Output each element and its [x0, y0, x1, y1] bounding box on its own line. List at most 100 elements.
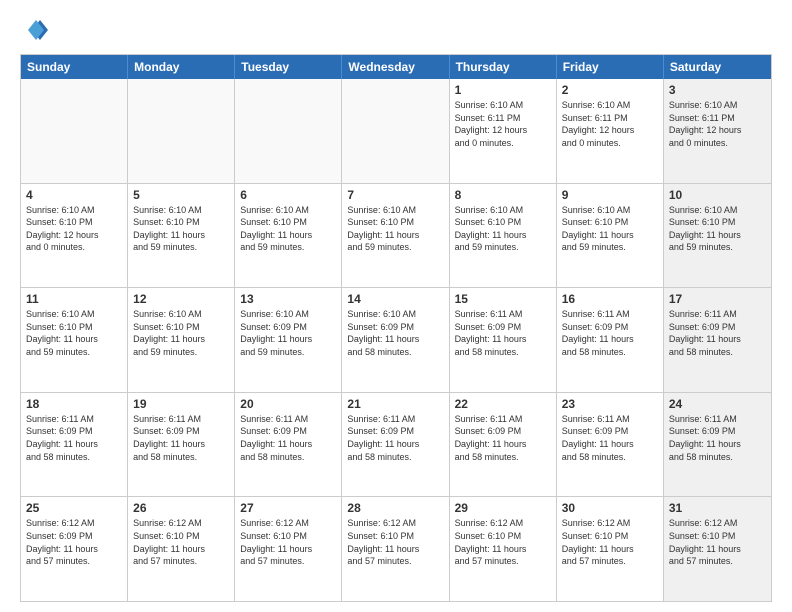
day-cell-17: 17 Sunrise: 6:11 AM Sunset: 6:09 PM Dayli…: [664, 288, 771, 392]
day-number: 18: [26, 397, 122, 411]
weekday-header-wednesday: Wednesday: [342, 55, 449, 79]
day-cell-13: 13 Sunrise: 6:10 AM Sunset: 6:09 PM Dayli…: [235, 288, 342, 392]
day-cell-16: 16 Sunrise: 6:11 AM Sunset: 6:09 PM Dayli…: [557, 288, 664, 392]
day-info: Sunrise: 6:10 AM Sunset: 6:10 PM Dayligh…: [240, 204, 336, 254]
day-cell-1: 1 Sunrise: 6:10 AM Sunset: 6:11 PM Daylig…: [450, 79, 557, 183]
day-number: 10: [669, 188, 766, 202]
day-number: 4: [26, 188, 122, 202]
day-cell-26: 26 Sunrise: 6:12 AM Sunset: 6:10 PM Dayli…: [128, 497, 235, 601]
day-info: Sunrise: 6:11 AM Sunset: 6:09 PM Dayligh…: [669, 308, 766, 358]
day-info: Sunrise: 6:10 AM Sunset: 6:11 PM Dayligh…: [669, 99, 766, 149]
empty-cell: [21, 79, 128, 183]
day-info: Sunrise: 6:12 AM Sunset: 6:10 PM Dayligh…: [455, 517, 551, 567]
day-number: 28: [347, 501, 443, 515]
day-info: Sunrise: 6:12 AM Sunset: 6:10 PM Dayligh…: [240, 517, 336, 567]
weekday-header-sunday: Sunday: [21, 55, 128, 79]
logo: [20, 16, 50, 44]
day-number: 13: [240, 292, 336, 306]
weekday-header-saturday: Saturday: [664, 55, 771, 79]
weekday-header-friday: Friday: [557, 55, 664, 79]
day-cell-14: 14 Sunrise: 6:10 AM Sunset: 6:09 PM Dayli…: [342, 288, 449, 392]
day-cell-11: 11 Sunrise: 6:10 AM Sunset: 6:10 PM Dayli…: [21, 288, 128, 392]
calendar-row-1: 1 Sunrise: 6:10 AM Sunset: 6:11 PM Daylig…: [21, 79, 771, 184]
day-number: 26: [133, 501, 229, 515]
day-info: Sunrise: 6:10 AM Sunset: 6:10 PM Dayligh…: [562, 204, 658, 254]
day-cell-27: 27 Sunrise: 6:12 AM Sunset: 6:10 PM Dayli…: [235, 497, 342, 601]
day-number: 27: [240, 501, 336, 515]
day-cell-30: 30Sunrise: 6:12 AM Sunset: 6:10 PM Dayli…: [557, 497, 664, 601]
calendar-row-5: 25Sunrise: 6:12 AM Sunset: 6:09 PM Dayli…: [21, 497, 771, 601]
day-info: Sunrise: 6:10 AM Sunset: 6:10 PM Dayligh…: [133, 308, 229, 358]
day-info: Sunrise: 6:12 AM Sunset: 6:10 PM Dayligh…: [347, 517, 443, 567]
day-cell-19: 19 Sunrise: 6:11 AM Sunset: 6:09 PM Dayli…: [128, 393, 235, 497]
day-info: Sunrise: 6:11 AM Sunset: 6:09 PM Dayligh…: [133, 413, 229, 463]
day-cell-7: 7Sunrise: 6:10 AM Sunset: 6:10 PM Daylig…: [342, 184, 449, 288]
day-info: Sunrise: 6:12 AM Sunset: 6:10 PM Dayligh…: [133, 517, 229, 567]
day-number: 17: [669, 292, 766, 306]
empty-cell: [128, 79, 235, 183]
day-number: 25: [26, 501, 122, 515]
day-cell-3: 3 Sunrise: 6:10 AM Sunset: 6:11 PM Daylig…: [664, 79, 771, 183]
day-number: 22: [455, 397, 551, 411]
day-cell-29: 29 Sunrise: 6:12 AM Sunset: 6:10 PM Dayli…: [450, 497, 557, 601]
day-number: 1: [455, 83, 551, 97]
calendar-row-2: 4 Sunrise: 6:10 AM Sunset: 6:10 PM Daylig…: [21, 184, 771, 289]
day-info: Sunrise: 6:10 AM Sunset: 6:10 PM Dayligh…: [347, 204, 443, 254]
day-number: 14: [347, 292, 443, 306]
day-cell-31: 31 Sunrise: 6:12 AM Sunset: 6:10 PM Dayli…: [664, 497, 771, 601]
day-number: 19: [133, 397, 229, 411]
day-info: Sunrise: 6:11 AM Sunset: 6:09 PM Dayligh…: [669, 413, 766, 463]
day-cell-18: 18Sunrise: 6:11 AM Sunset: 6:09 PM Dayli…: [21, 393, 128, 497]
day-info: Sunrise: 6:10 AM Sunset: 6:10 PM Dayligh…: [26, 204, 122, 254]
day-info: Sunrise: 6:11 AM Sunset: 6:09 PM Dayligh…: [455, 413, 551, 463]
logo-icon: [20, 16, 48, 44]
weekday-header-monday: Monday: [128, 55, 235, 79]
day-number: 29: [455, 501, 551, 515]
day-cell-9: 9 Sunrise: 6:10 AM Sunset: 6:10 PM Daylig…: [557, 184, 664, 288]
day-info: Sunrise: 6:10 AM Sunset: 6:10 PM Dayligh…: [26, 308, 122, 358]
day-info: Sunrise: 6:10 AM Sunset: 6:11 PM Dayligh…: [455, 99, 551, 149]
day-number: 24: [669, 397, 766, 411]
header: [20, 16, 772, 44]
weekday-header-thursday: Thursday: [450, 55, 557, 79]
day-cell-4: 4 Sunrise: 6:10 AM Sunset: 6:10 PM Daylig…: [21, 184, 128, 288]
day-number: 11: [26, 292, 122, 306]
day-number: 6: [240, 188, 336, 202]
day-number: 31: [669, 501, 766, 515]
day-info: Sunrise: 6:11 AM Sunset: 6:09 PM Dayligh…: [562, 308, 658, 358]
day-cell-23: 23Sunrise: 6:11 AM Sunset: 6:09 PM Dayli…: [557, 393, 664, 497]
page: SundayMondayTuesdayWednesdayThursdayFrid…: [0, 0, 792, 612]
day-cell-12: 12Sunrise: 6:10 AM Sunset: 6:10 PM Dayli…: [128, 288, 235, 392]
day-number: 3: [669, 83, 766, 97]
day-info: Sunrise: 6:10 AM Sunset: 6:10 PM Dayligh…: [455, 204, 551, 254]
day-info: Sunrise: 6:11 AM Sunset: 6:09 PM Dayligh…: [240, 413, 336, 463]
day-info: Sunrise: 6:10 AM Sunset: 6:10 PM Dayligh…: [133, 204, 229, 254]
day-cell-6: 6 Sunrise: 6:10 AM Sunset: 6:10 PM Daylig…: [235, 184, 342, 288]
day-info: Sunrise: 6:12 AM Sunset: 6:10 PM Dayligh…: [562, 517, 658, 567]
day-number: 21: [347, 397, 443, 411]
day-cell-25: 25Sunrise: 6:12 AM Sunset: 6:09 PM Dayli…: [21, 497, 128, 601]
day-cell-28: 28 Sunrise: 6:12 AM Sunset: 6:10 PM Dayli…: [342, 497, 449, 601]
day-cell-24: 24 Sunrise: 6:11 AM Sunset: 6:09 PM Dayli…: [664, 393, 771, 497]
day-number: 15: [455, 292, 551, 306]
day-info: Sunrise: 6:11 AM Sunset: 6:09 PM Dayligh…: [562, 413, 658, 463]
day-cell-5: 5Sunrise: 6:10 AM Sunset: 6:10 PM Daylig…: [128, 184, 235, 288]
calendar-row-3: 11 Sunrise: 6:10 AM Sunset: 6:10 PM Dayli…: [21, 288, 771, 393]
day-info: Sunrise: 6:10 AM Sunset: 6:09 PM Dayligh…: [240, 308, 336, 358]
calendar-body: 1 Sunrise: 6:10 AM Sunset: 6:11 PM Daylig…: [21, 79, 771, 601]
day-number: 2: [562, 83, 658, 97]
day-info: Sunrise: 6:12 AM Sunset: 6:10 PM Dayligh…: [669, 517, 766, 567]
day-info: Sunrise: 6:11 AM Sunset: 6:09 PM Dayligh…: [347, 413, 443, 463]
day-cell-20: 20 Sunrise: 6:11 AM Sunset: 6:09 PM Dayli…: [235, 393, 342, 497]
day-number: 20: [240, 397, 336, 411]
day-cell-21: 21 Sunrise: 6:11 AM Sunset: 6:09 PM Dayli…: [342, 393, 449, 497]
day-cell-2: 2Sunrise: 6:10 AM Sunset: 6:11 PM Daylig…: [557, 79, 664, 183]
day-info: Sunrise: 6:10 AM Sunset: 6:09 PM Dayligh…: [347, 308, 443, 358]
calendar-header: SundayMondayTuesdayWednesdayThursdayFrid…: [21, 55, 771, 79]
day-cell-8: 8 Sunrise: 6:10 AM Sunset: 6:10 PM Daylig…: [450, 184, 557, 288]
day-info: Sunrise: 6:10 AM Sunset: 6:10 PM Dayligh…: [669, 204, 766, 254]
day-number: 8: [455, 188, 551, 202]
day-number: 9: [562, 188, 658, 202]
calendar-row-4: 18 Sunrise: 6:11 AM Sunset: 6:09 PM Dayli…: [21, 393, 771, 498]
day-number: 16: [562, 292, 658, 306]
